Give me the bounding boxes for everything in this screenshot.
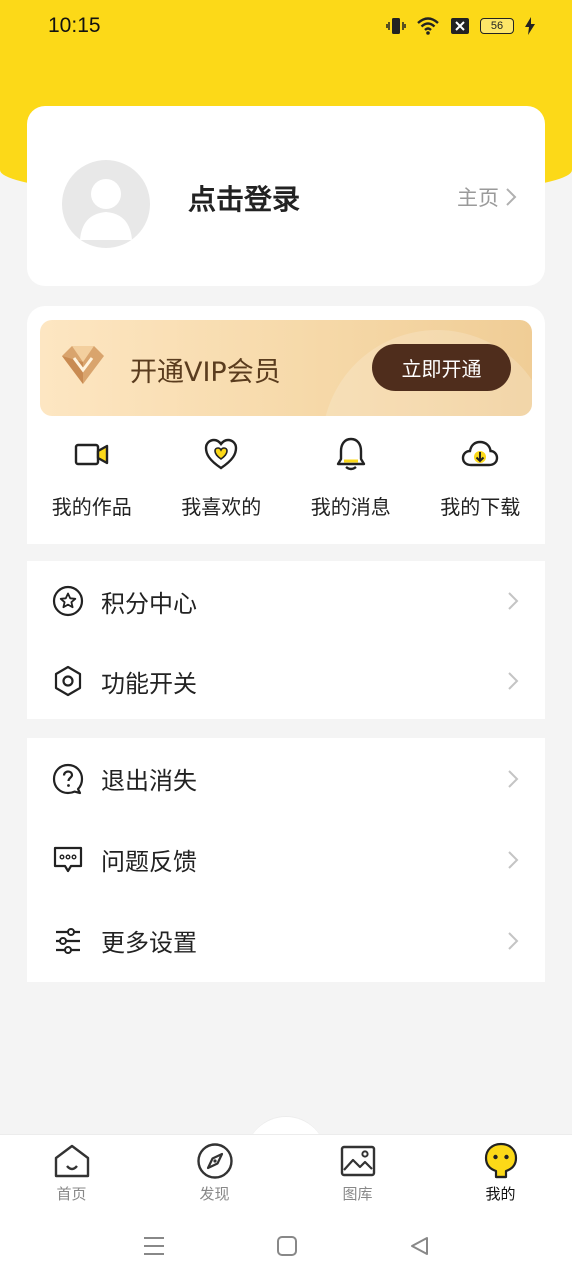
sim-disabled-icon xyxy=(451,18,469,34)
video-camera-icon xyxy=(74,443,108,466)
menu-label: 问题反馈 xyxy=(101,848,197,876)
menu-group-primary: 积分中心 功能开关 xyxy=(27,561,545,719)
tab-home[interactable]: 首页 xyxy=(0,1135,143,1212)
tab-gallery[interactable]: 图库 xyxy=(286,1135,429,1212)
vip-card: 开通VIP会员 立即开通 我的作品 我喜欢的 我的消息 我的下载 xyxy=(27,306,545,544)
menu-item-feedback[interactable]: 问题反馈 xyxy=(27,819,545,900)
heart-icon xyxy=(205,438,238,470)
quick-label: 我的消息 xyxy=(310,495,391,519)
tab-label: 首页 xyxy=(56,1185,87,1203)
quick-label: 我的作品 xyxy=(51,495,132,519)
menu-item-more-settings[interactable]: 更多设置 xyxy=(27,900,545,981)
home-square-icon[interactable] xyxy=(276,1235,298,1257)
chevron-right-icon xyxy=(508,850,519,869)
homepage-label: 主页 xyxy=(457,186,499,210)
quick-label: 我的下载 xyxy=(440,495,521,519)
quick-item-favorites[interactable]: 我喜欢的 xyxy=(157,434,287,520)
hexagon-settings-icon xyxy=(54,665,82,697)
chevron-right-icon xyxy=(508,769,519,788)
question-circle-icon xyxy=(52,763,84,794)
menu-lines-icon[interactable] xyxy=(142,1235,166,1257)
menu-group-secondary: 退出消失 问题反馈 更多设置 xyxy=(27,738,545,982)
battery-indicator: 56 xyxy=(480,18,514,34)
chevron-right-icon xyxy=(508,931,519,950)
default-avatar-icon xyxy=(80,179,132,240)
quick-label: 我喜欢的 xyxy=(181,495,262,519)
tab-label: 我的 xyxy=(485,1185,516,1203)
chevron-right-icon xyxy=(506,188,517,206)
gallery-icon xyxy=(340,1145,375,1177)
status-bar: 10:15 56 xyxy=(0,0,572,52)
menu-label: 积分中心 xyxy=(101,589,197,618)
back-triangle-icon[interactable] xyxy=(408,1235,430,1257)
tab-discover[interactable]: 发现 xyxy=(143,1135,286,1212)
avatar[interactable] xyxy=(62,160,150,248)
status-icons: 56 xyxy=(386,16,536,36)
tab-mine[interactable]: 我的 xyxy=(429,1135,572,1212)
star-circle-icon xyxy=(52,585,84,617)
bell-icon xyxy=(336,437,365,471)
menu-label: 功能开关 xyxy=(101,669,197,698)
vip-activate-button[interactable]: 立即开通 xyxy=(372,344,511,391)
quick-item-my-works[interactable]: 我的作品 xyxy=(27,434,157,520)
menu-label: 更多设置 xyxy=(101,929,197,957)
cloud-download-icon xyxy=(462,440,499,467)
vip-banner[interactable]: 开通VIP会员 立即开通 xyxy=(40,320,532,416)
menu-item-points-center[interactable]: 积分中心 xyxy=(27,561,545,641)
login-prompt[interactable]: 点击登录 xyxy=(188,178,300,218)
bottom-tab-bar: 首页 发现 图库 我的 xyxy=(0,1134,572,1212)
menu-label: 退出消失 xyxy=(101,767,197,795)
sliders-icon xyxy=(56,927,80,954)
vibrate-icon xyxy=(386,18,406,34)
status-time: 10:15 xyxy=(48,14,101,37)
tab-label: 发现 xyxy=(199,1185,230,1203)
tab-label: 图库 xyxy=(342,1185,373,1203)
charging-bolt-icon xyxy=(525,17,535,35)
system-navigation-bar xyxy=(0,1212,572,1280)
wifi-icon xyxy=(417,17,439,35)
quick-actions: 我的作品 我喜欢的 我的消息 我的下载 xyxy=(27,434,545,520)
quick-item-downloads[interactable]: 我的下载 xyxy=(416,434,546,520)
feedback-chat-icon xyxy=(53,846,83,872)
vip-diamond-icon xyxy=(62,346,104,384)
home-icon xyxy=(54,1144,89,1178)
chevron-right-icon xyxy=(508,672,519,690)
homepage-link[interactable]: 主页 xyxy=(457,182,517,212)
menu-item-feature-switches[interactable]: 功能开关 xyxy=(27,641,545,721)
profile-card[interactable]: 点击登录 主页 xyxy=(27,106,545,286)
vip-title: 开通VIP会员 xyxy=(130,357,281,388)
quick-item-messages[interactable]: 我的消息 xyxy=(286,434,416,520)
profile-face-icon xyxy=(484,1142,517,1179)
menu-item-logout[interactable]: 退出消失 xyxy=(27,738,545,819)
compass-icon xyxy=(196,1143,233,1179)
chevron-right-icon xyxy=(508,592,519,610)
